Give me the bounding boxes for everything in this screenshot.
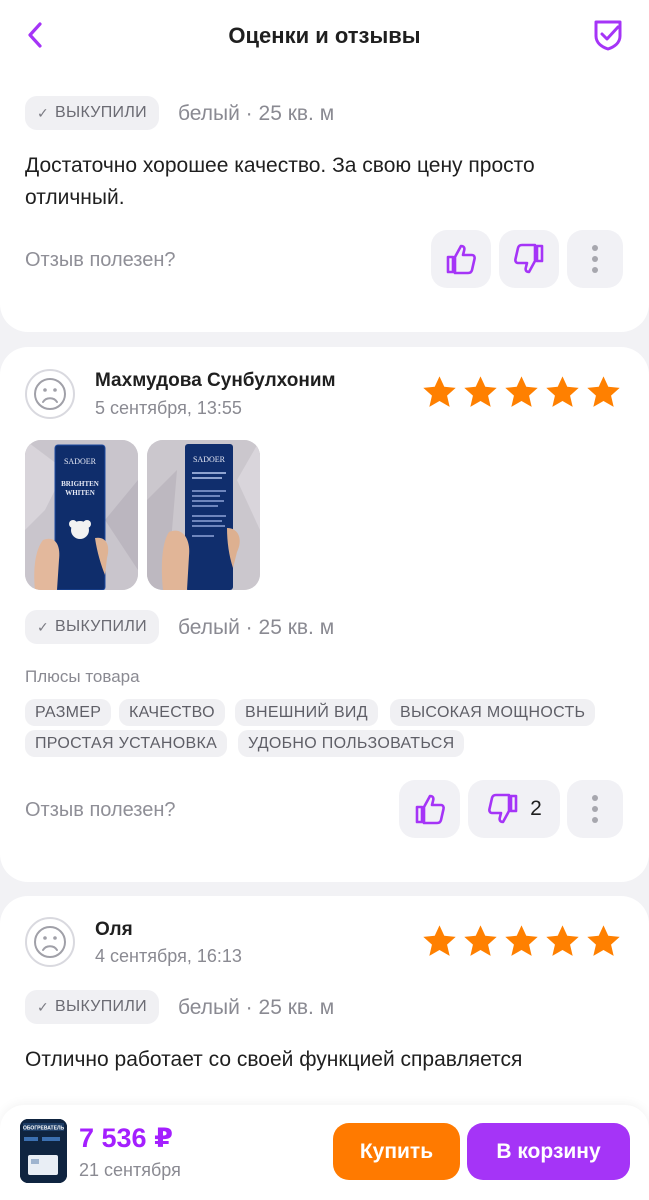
star-icon xyxy=(505,925,538,956)
sad-face-icon xyxy=(34,926,66,958)
tag: ВЫСОКАЯ МОЩНОСТЬ xyxy=(390,699,596,726)
pluses-label: Плюсы товара xyxy=(25,667,140,686)
review-photo[interactable]: SADOER BRIGHTEN WHITEN xyxy=(25,440,138,590)
thumbs-up-icon xyxy=(446,244,476,275)
review-card: ✓ ВЫКУПИЛИ белый · 25 кв. м Достаточно х… xyxy=(0,60,649,332)
star-icon xyxy=(464,925,497,956)
tag: ПРОСТАЯ УСТАНОВКА xyxy=(25,730,228,757)
rating-stars xyxy=(421,923,622,960)
back-button[interactable] xyxy=(20,20,50,50)
svg-text:WHITEN: WHITEN xyxy=(65,489,95,497)
star-icon xyxy=(423,925,456,956)
svg-text:ОБОГРЕВАТЕЛЬ: ОБОГРЕВАТЕЛЬ xyxy=(23,1126,64,1132)
product-thumbnail-image: ОБОГРЕВАТЕЛЬ xyxy=(20,1119,67,1183)
review-photo-image: SADOER BRIGHTEN WHITEN xyxy=(25,440,138,590)
star-icon xyxy=(587,925,620,956)
purchased-badge: ✓ ВЫКУПИЛИ xyxy=(25,990,159,1024)
avatar xyxy=(25,917,75,967)
verified-reviews-button[interactable] xyxy=(591,18,625,52)
more-options-button[interactable] xyxy=(567,780,623,838)
star-icon xyxy=(423,376,456,407)
like-button[interactable] xyxy=(399,780,460,838)
helpful-label: Отзыв полезен? xyxy=(25,249,176,271)
dislike-count: 2 xyxy=(530,797,542,820)
review-text: Отлично работает со своей функцией справ… xyxy=(25,1048,523,1071)
add-to-cart-button[interactable]: В корзину xyxy=(467,1123,630,1180)
product-thumbnail[interactable]: ОБОГРЕВАТЕЛЬ xyxy=(20,1119,67,1183)
review-date: 5 сентября, 13:55 xyxy=(95,398,242,418)
svg-text:BRIGHTEN: BRIGHTEN xyxy=(61,480,99,488)
check-icon: ✓ xyxy=(37,998,50,1015)
tag: ВНЕШНИЙ ВИД xyxy=(235,699,378,726)
review-text: Достаточно хорошее качество. За свою цен… xyxy=(25,154,535,209)
tag: УДОБНО ПОЛЬЗОВАТЬСЯ xyxy=(238,730,465,757)
variant-label: белый · 25 кв. м xyxy=(178,996,335,1019)
tag: КАЧЕСТВО xyxy=(119,699,225,726)
star-icon xyxy=(464,376,497,407)
star-icon xyxy=(546,925,579,956)
star-icon xyxy=(587,376,620,407)
helpful-label: Отзыв полезен? xyxy=(25,799,176,821)
chevron-left-icon xyxy=(28,22,42,48)
sad-face-icon xyxy=(34,378,66,410)
review-photo-image: SADOER xyxy=(147,440,260,590)
purchased-badge: ✓ ВЫКУПИЛИ xyxy=(25,610,159,644)
thumbs-up-icon xyxy=(415,794,445,825)
dislike-button[interactable]: 2 xyxy=(468,780,560,838)
star-icon xyxy=(546,376,579,407)
dislike-button[interactable] xyxy=(499,230,559,288)
product-price: 7 536 ₽ xyxy=(79,1123,173,1153)
buy-button[interactable]: Купить xyxy=(333,1123,460,1180)
svg-text:SADOER: SADOER xyxy=(64,457,97,466)
page-title: Оценки и отзывы xyxy=(228,22,421,48)
more-vertical-icon xyxy=(592,245,598,273)
more-options-button[interactable] xyxy=(567,230,623,288)
review-date: 4 сентября, 16:13 xyxy=(95,946,242,966)
bottom-purchase-bar: ОБОГРЕВАТЕЛЬ 7 536 ₽ 21 сентября Купить … xyxy=(0,1105,649,1200)
review-author: Махмудова Сунбулхоним xyxy=(95,370,336,391)
svg-text:SADOER: SADOER xyxy=(193,455,226,464)
review-photo[interactable]: SADOER xyxy=(147,440,260,590)
tag: РАЗМЕР xyxy=(25,699,112,726)
rating-stars xyxy=(421,374,622,411)
check-icon: ✓ xyxy=(37,618,50,635)
more-vertical-icon xyxy=(592,795,598,823)
variant-label: белый · 25 кв. м xyxy=(178,616,335,639)
purchased-badge: ✓ ВЫКУПИЛИ xyxy=(25,96,159,130)
shield-check-icon xyxy=(594,20,622,51)
thumbs-down-icon xyxy=(488,793,518,824)
avatar xyxy=(25,369,75,419)
variant-label: белый · 25 кв. м xyxy=(178,102,335,125)
thumbs-down-icon xyxy=(514,243,544,274)
like-button[interactable] xyxy=(431,230,491,288)
star-icon xyxy=(505,376,538,407)
review-author: Оля xyxy=(95,919,133,940)
delivery-date: 21 сентября xyxy=(79,1160,181,1180)
check-icon: ✓ xyxy=(37,104,50,121)
